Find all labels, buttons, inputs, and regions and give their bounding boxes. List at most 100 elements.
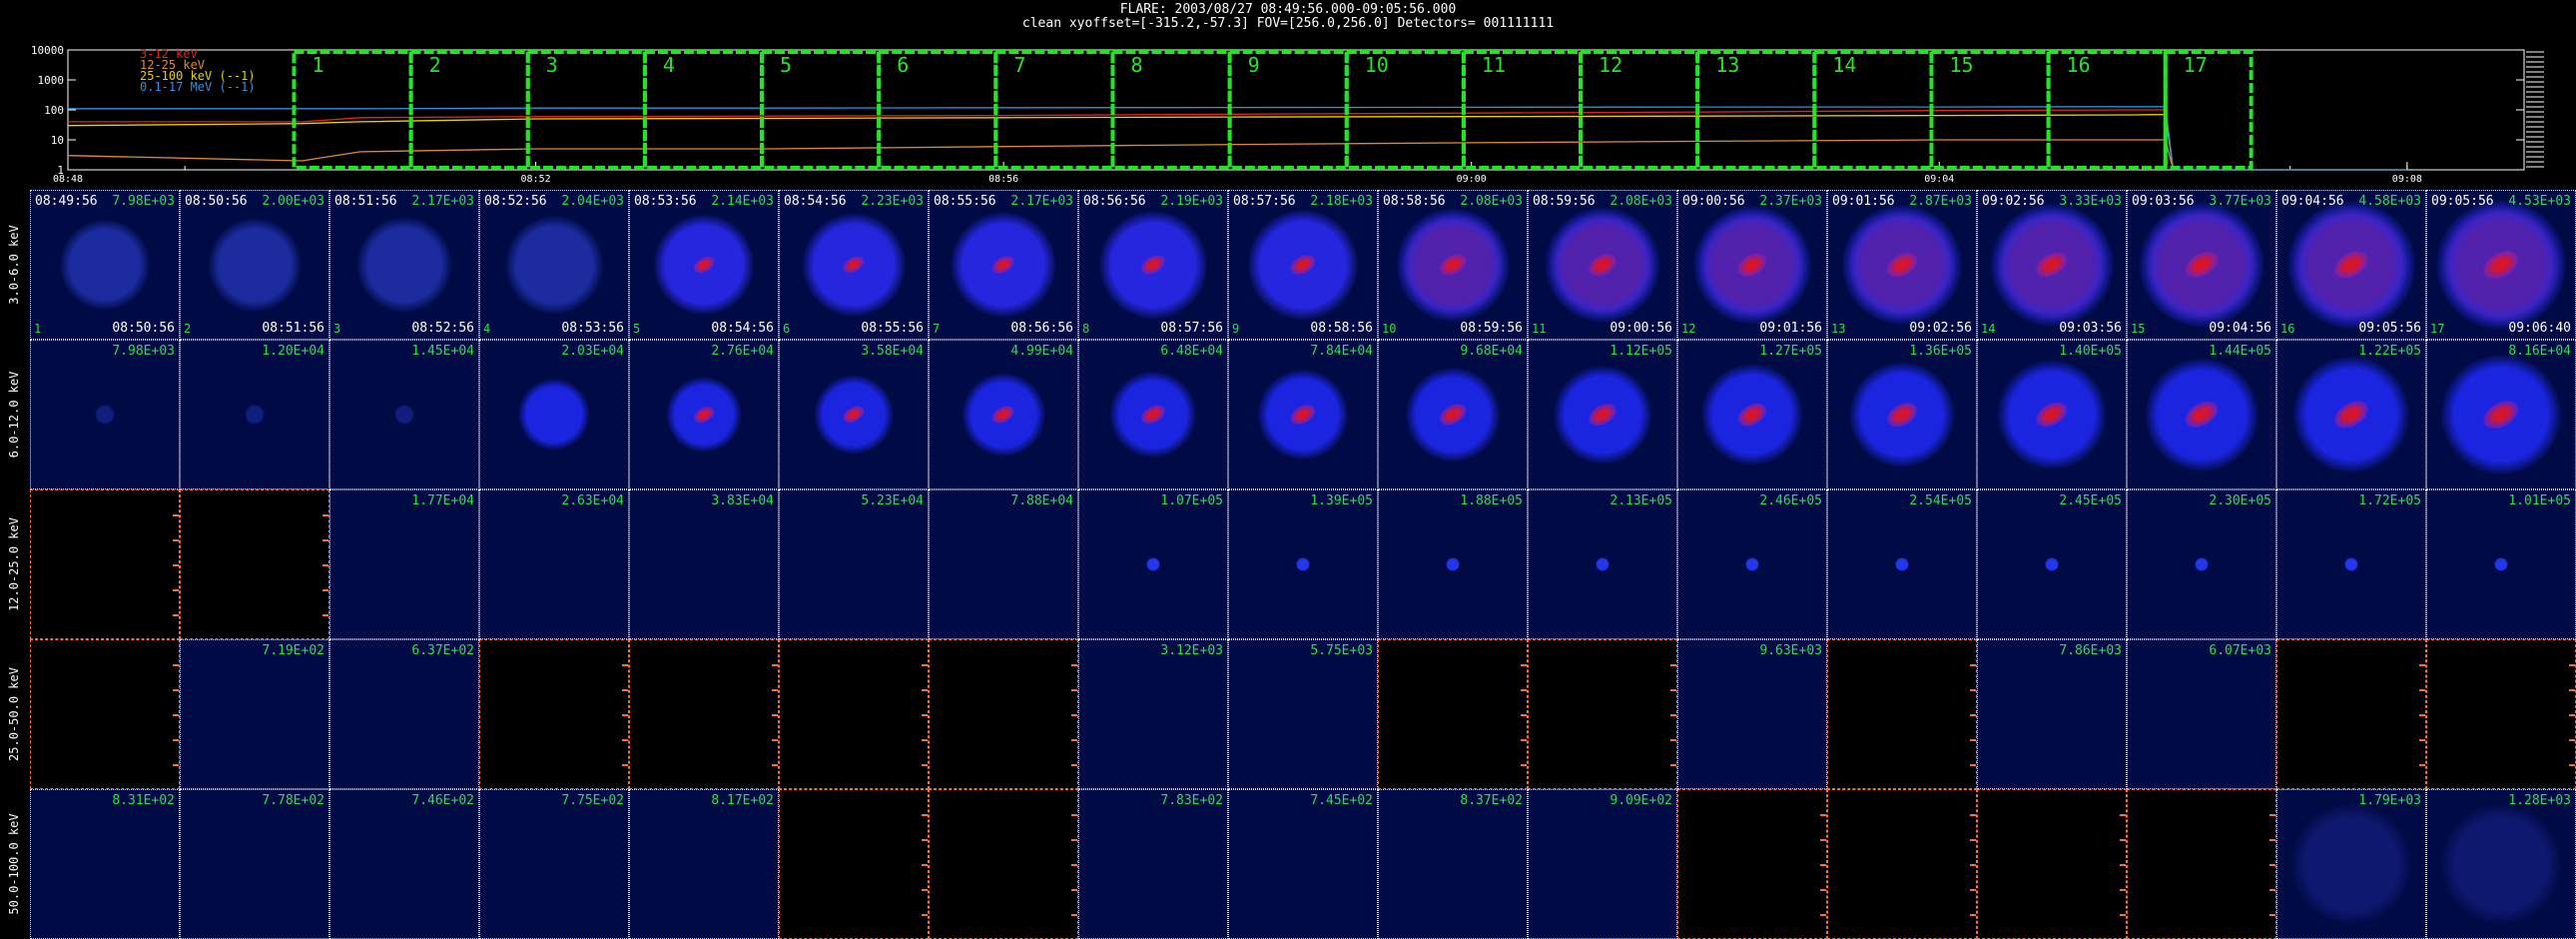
image-cell[interactable] — [929, 789, 1078, 939]
image-cell[interactable]: 7.83E+02 — [1078, 789, 1228, 939]
image-cell[interactable] — [1528, 639, 1677, 789]
image-cell[interactable]: 6.37E+02 — [329, 639, 479, 789]
image-cell[interactable]: 1.72E+05 — [2276, 489, 2426, 639]
image-cell[interactable]: 1.28E+03 — [2426, 789, 2576, 939]
image-cell[interactable]: 1.40E+05 — [1977, 340, 2127, 489]
image-cell[interactable]: 2.13E+05 — [1528, 489, 1677, 639]
image-cell[interactable]: 1.88E+05 — [1378, 489, 1528, 639]
image-cell[interactable]: 7.46E+02 — [329, 789, 479, 939]
image-cell[interactable] — [180, 489, 329, 639]
image-cell[interactable]: 09:00:56 09:01:56 12 2.37E+03 — [1677, 190, 1827, 340]
image-cell[interactable]: 4.99E+04 — [929, 340, 1078, 489]
image-cell[interactable]: 09:02:56 09:03:56 14 3.33E+03 — [1977, 190, 2127, 340]
interval-number: 17 — [2184, 53, 2208, 77]
image-cell[interactable] — [1977, 789, 2127, 939]
image-cell[interactable]: 2.63E+04 — [479, 489, 629, 639]
image-cell[interactable]: 08:53:56 08:54:56 5 2.14E+03 — [629, 190, 779, 340]
image-max-value: 1.27E+05 — [1759, 344, 1822, 359]
image-cell[interactable]: 08:54:56 08:55:56 6 2.23E+03 — [779, 190, 929, 340]
image-cell[interactable]: 09:03:56 09:04:56 15 3.77E+03 — [2127, 190, 2276, 340]
image-cell[interactable]: 7.75E+02 — [479, 789, 629, 939]
image-cell[interactable]: 9.09E+02 — [1528, 789, 1677, 939]
image-cell[interactable] — [1827, 639, 1977, 789]
image-parameters: clean xyoffset=[-315.2,-57.3] FOV=[256.0… — [1021, 16, 1555, 31]
image-cell[interactable]: 08:55:56 08:56:56 7 2.17E+03 — [929, 190, 1078, 340]
image-cell[interactable]: 2.45E+05 — [1977, 489, 2127, 639]
image-cell[interactable]: 09:01:56 09:02:56 13 2.87E+03 — [1827, 190, 1977, 340]
image-cell[interactable]: 7.98E+03 — [30, 340, 180, 489]
image-cell[interactable]: 08:50:56 08:51:56 2 2.00E+03 — [180, 190, 329, 340]
image-cell[interactable]: 1.27E+05 — [1677, 340, 1827, 489]
image-cell[interactable]: 1.39E+05 — [1228, 489, 1378, 639]
empty-axis-ticks — [1970, 664, 1976, 766]
image-cell[interactable]: 7.84E+04 — [1228, 340, 1378, 489]
image-cell[interactable]: 09:04:56 09:05:56 16 4.58E+03 — [2276, 190, 2426, 340]
image-cell[interactable]: 08:58:56 08:59:56 10 2.08E+03 — [1378, 190, 1528, 340]
image-max-value: 1.01E+05 — [2508, 493, 2571, 508]
image-cell[interactable] — [30, 639, 180, 789]
source-emission — [1296, 557, 1310, 571]
image-max-value: 2.19E+03 — [1160, 194, 1223, 209]
image-cell[interactable]: 2.46E+05 — [1677, 489, 1827, 639]
image-cell[interactable]: 6.07E+03 — [2127, 639, 2276, 789]
image-cell[interactable]: 8.16E+04 — [2426, 340, 2576, 489]
image-cell[interactable] — [2127, 789, 2276, 939]
image-cell[interactable]: 8.37E+02 — [1378, 789, 1528, 939]
image-cell[interactable]: 3.58E+04 — [779, 340, 929, 489]
image-cell[interactable]: 1.01E+05 — [2426, 489, 2576, 639]
image-cell[interactable]: 7.19E+02 — [180, 639, 329, 789]
image-cell[interactable]: 2.76E+04 — [629, 340, 779, 489]
image-cell[interactable]: 1.45E+04 — [329, 340, 479, 489]
image-cell[interactable] — [2276, 639, 2426, 789]
image-cell[interactable]: 1.12E+05 — [1528, 340, 1677, 489]
image-cell[interactable]: 08:51:56 08:52:56 3 2.17E+03 — [329, 190, 479, 340]
image-max-value: 3.58E+04 — [861, 344, 924, 359]
image-cell[interactable] — [1378, 639, 1528, 789]
image-cell[interactable]: 8.31E+02 — [30, 789, 180, 939]
empty-axis-ticks — [1071, 664, 1077, 766]
interval-start-time: 09:00:56 — [1682, 194, 1745, 209]
image-cell[interactable]: 9.63E+03 — [1677, 639, 1827, 789]
image-cell[interactable]: 1.07E+05 — [1078, 489, 1228, 639]
image-cell[interactable]: 7.45E+02 — [1228, 789, 1378, 939]
image-cell[interactable] — [2426, 639, 2576, 789]
image-cell[interactable]: 08:56:56 08:57:56 8 2.19E+03 — [1078, 190, 1228, 340]
image-cell[interactable]: 08:49:56 08:50:56 1 7.98E+03 — [30, 190, 180, 340]
image-cell[interactable]: 2.03E+04 — [479, 340, 629, 489]
image-cell[interactable] — [779, 639, 929, 789]
image-cell[interactable]: 09:05:56 09:06:40 17 4.53E+03 — [2426, 190, 2576, 340]
image-cell[interactable]: 08:57:56 08:58:56 9 2.18E+03 — [1228, 190, 1378, 340]
image-cell[interactable]: 6.48E+04 — [1078, 340, 1228, 489]
image-cell[interactable]: 1.22E+05 — [2276, 340, 2426, 489]
image-cell[interactable]: 5.23E+04 — [779, 489, 929, 639]
image-cell[interactable]: 2.30E+05 — [2127, 489, 2276, 639]
image-cell[interactable]: 7.88E+04 — [929, 489, 1078, 639]
image-cell[interactable]: 08:52:56 08:53:56 4 2.04E+03 — [479, 190, 629, 340]
image-cell[interactable] — [929, 639, 1078, 789]
image-cell[interactable]: 1.20E+04 — [180, 340, 329, 489]
image-cell[interactable] — [479, 639, 629, 789]
image-cell[interactable]: 9.68E+04 — [1378, 340, 1528, 489]
image-cell[interactable] — [779, 789, 929, 939]
interval-end-time: 08:58:56 — [1310, 321, 1373, 336]
image-cell[interactable] — [1827, 789, 1977, 939]
image-cell[interactable]: 1.77E+04 — [329, 489, 479, 639]
image-cell[interactable] — [1677, 789, 1827, 939]
image-cell[interactable] — [30, 489, 180, 639]
image-max-value: 2.45E+05 — [2059, 493, 2122, 508]
image-cell[interactable]: 3.83E+04 — [629, 489, 779, 639]
image-max-value: 2.17E+03 — [1010, 194, 1073, 209]
image-cell[interactable] — [629, 639, 779, 789]
image-cell[interactable]: 8.17E+02 — [629, 789, 779, 939]
image-cell[interactable]: 3.12E+03 — [1078, 639, 1228, 789]
image-cell[interactable]: 1.44E+05 — [2127, 340, 2276, 489]
image-cell[interactable]: 2.54E+05 — [1827, 489, 1977, 639]
image-max-value: 1.44E+05 — [2209, 344, 2271, 359]
image-cell[interactable]: 7.78E+02 — [180, 789, 329, 939]
image-cell[interactable]: 08:59:56 09:00:56 11 2.08E+03 — [1528, 190, 1677, 340]
image-cell[interactable]: 1.36E+05 — [1827, 340, 1977, 489]
interval-number: 4 — [663, 53, 675, 77]
image-cell[interactable]: 7.86E+03 — [1977, 639, 2127, 789]
image-cell[interactable]: 5.75E+03 — [1228, 639, 1378, 789]
image-cell[interactable]: 1.79E+03 — [2276, 789, 2426, 939]
